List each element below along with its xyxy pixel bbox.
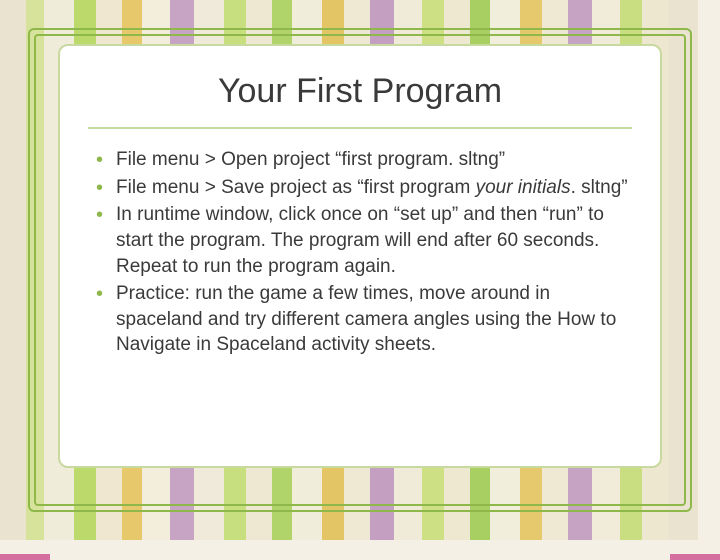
corner-decoration-bl xyxy=(0,490,50,560)
bullet-text: Practice: run the game a few times, move… xyxy=(116,283,616,355)
bullet-item: File menu > Open project “first program.… xyxy=(94,147,632,173)
content-card: Your First Program File menu > Open proj… xyxy=(58,44,662,468)
bullet-list: File menu > Open project “first program.… xyxy=(88,147,632,358)
bullet-text: File menu > Save project as “first progr… xyxy=(116,177,476,198)
slide-title: Your First Program xyxy=(88,64,632,129)
bullet-italic: your initials xyxy=(476,177,571,198)
corner-decoration-br xyxy=(670,490,720,560)
bullet-item: File menu > Save project as “first progr… xyxy=(94,175,632,201)
bullet-text: File menu > Open project “first program.… xyxy=(116,149,505,170)
bullet-text-post: . sltng” xyxy=(571,177,628,198)
corner-decoration-tr xyxy=(670,0,720,50)
bullet-item: In runtime window, click once on “set up… xyxy=(94,202,632,279)
bullet-item: Practice: run the game a few times, move… xyxy=(94,281,632,358)
bullet-text: In runtime window, click once on “set up… xyxy=(116,204,604,276)
corner-decoration-tl xyxy=(0,0,50,50)
